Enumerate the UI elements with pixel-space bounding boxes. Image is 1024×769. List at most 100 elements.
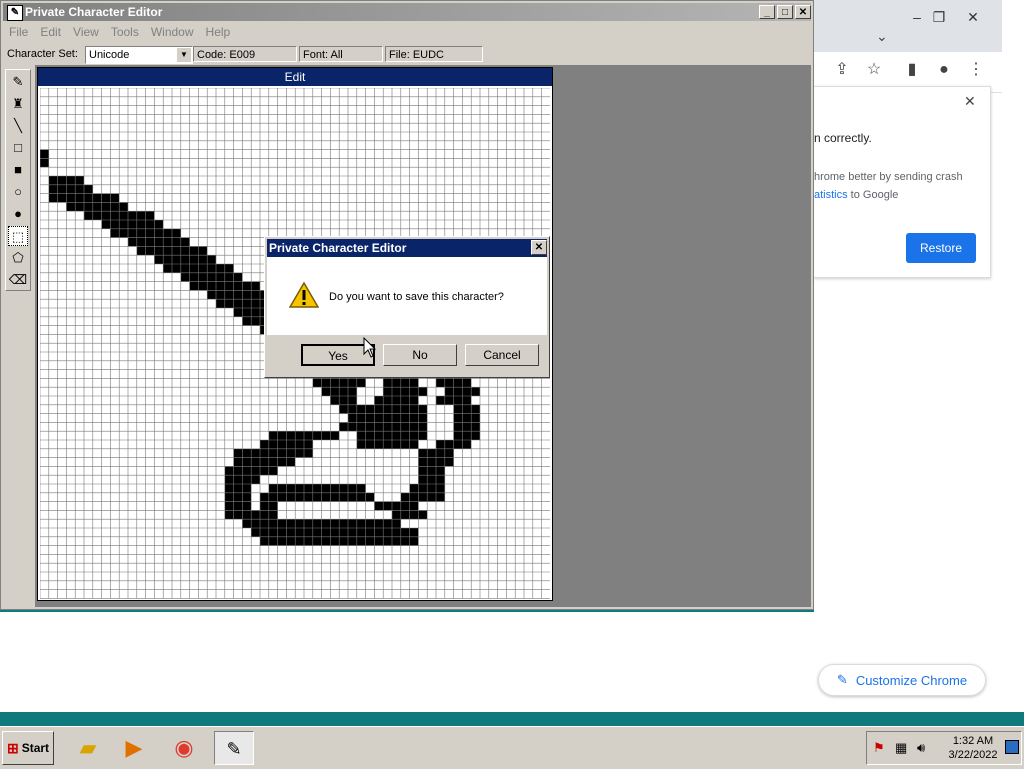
private-character-editor-taskbar-icon[interactable]: ✎ <box>214 731 254 765</box>
glyph-pixel[interactable] <box>321 484 331 493</box>
glyph-pixel[interactable] <box>418 510 428 520</box>
glyph-pixel[interactable] <box>277 519 287 528</box>
glyph-pixel[interactable] <box>348 519 357 528</box>
glyph-pixel[interactable] <box>286 536 296 546</box>
bookmark-star-icon[interactable]: ☆ <box>862 58 886 82</box>
glyph-pixel[interactable] <box>110 220 120 229</box>
glyph-pixel[interactable] <box>295 536 304 546</box>
glyph-pixel[interactable] <box>374 422 384 432</box>
glyph-pixel[interactable] <box>400 378 410 388</box>
glyph-pixel[interactable] <box>409 396 419 405</box>
glyph-pixel[interactable] <box>92 193 102 203</box>
glyph-pixel[interactable] <box>260 448 269 458</box>
glyph-pixel[interactable] <box>48 184 58 194</box>
glyph-pixel[interactable] <box>189 246 199 256</box>
glyph-pixel[interactable] <box>462 413 472 423</box>
glyph-pixel[interactable] <box>163 255 172 264</box>
glyph-pixel[interactable] <box>66 193 76 203</box>
glyph-pixel[interactable] <box>436 457 445 467</box>
menu-window[interactable]: Window <box>145 23 200 43</box>
glyph-pixel[interactable] <box>312 536 322 546</box>
glyph-pixel[interactable] <box>392 501 401 511</box>
glyph-pixel[interactable] <box>268 466 278 476</box>
glyph-pixel[interactable] <box>356 528 366 537</box>
glyph-pixel[interactable] <box>304 519 313 528</box>
glyph-pixel[interactable] <box>251 290 260 300</box>
glyph-pixel[interactable] <box>224 484 234 493</box>
glyph-pixel[interactable] <box>304 431 313 440</box>
dropdown-arrow-icon[interactable]: ▼ <box>177 48 191 62</box>
glyph-pixel[interactable] <box>330 519 340 528</box>
file-explorer-icon[interactable]: ▰ <box>68 731 108 765</box>
glyph-pixel[interactable] <box>268 501 278 511</box>
glyph-pixel[interactable] <box>277 536 287 546</box>
glyph-pixel[interactable] <box>242 492 252 502</box>
glyph-pixel[interactable] <box>365 519 375 528</box>
glyph-pixel[interactable] <box>136 237 146 247</box>
hollow-ellipse-tool-icon[interactable]: ○ <box>8 182 28 202</box>
glyph-pixel[interactable] <box>330 387 340 396</box>
glyph-pixel[interactable] <box>339 492 348 502</box>
statistics-link[interactable]: atistics <box>814 189 848 201</box>
glyph-pixel[interactable] <box>383 536 392 546</box>
glyph-pixel[interactable] <box>260 528 269 537</box>
glyph-pixel[interactable] <box>180 237 190 247</box>
close-panel-icon[interactable]: ✕ <box>964 93 976 110</box>
glyph-pixel[interactable] <box>163 228 172 238</box>
glyph-pixel[interactable] <box>453 404 463 414</box>
glyph-pixel[interactable] <box>242 290 252 300</box>
glyph-pixel[interactable] <box>409 510 419 520</box>
glyph-pixel[interactable] <box>392 422 401 432</box>
glyph-pixel[interactable] <box>330 492 340 502</box>
glyph-pixel[interactable] <box>365 440 375 449</box>
glyph-pixel[interactable] <box>427 475 436 484</box>
glyph-pixel[interactable] <box>339 536 348 546</box>
glyph-pixel[interactable] <box>216 264 225 273</box>
glyph-pixel[interactable] <box>207 264 216 273</box>
glyph-pixel[interactable] <box>348 378 357 388</box>
glyph-pixel[interactable] <box>321 536 331 546</box>
glyph-pixel[interactable] <box>154 246 164 256</box>
glyph-pixel[interactable] <box>462 422 472 432</box>
glyph-pixel[interactable] <box>268 457 278 467</box>
glyph-pixel[interactable] <box>383 396 392 405</box>
network-icon[interactable]: ▦ <box>895 740 907 756</box>
glyph-pixel[interactable] <box>462 396 472 405</box>
glyph-pixel[interactable] <box>84 193 93 203</box>
glyph-pixel[interactable] <box>304 448 313 458</box>
start-button[interactable]: ⊞ Start <box>2 731 54 765</box>
glyph-pixel[interactable] <box>75 202 84 212</box>
glyph-pixel[interactable] <box>268 492 278 502</box>
glyph-pixel[interactable] <box>119 220 128 229</box>
glyph-pixel[interactable] <box>453 422 463 432</box>
glyph-pixel[interactable] <box>392 431 401 440</box>
glyph-pixel[interactable] <box>462 440 472 449</box>
glyph-pixel[interactable] <box>101 211 111 220</box>
glyph-pixel[interactable] <box>207 255 216 264</box>
glyph-pixel[interactable] <box>128 211 137 220</box>
glyph-pixel[interactable] <box>198 255 208 264</box>
glyph-pixel[interactable] <box>436 448 445 458</box>
glyph-pixel[interactable] <box>348 396 357 405</box>
glyph-pixel[interactable] <box>392 396 401 405</box>
glyph-pixel[interactable] <box>242 448 252 458</box>
glyph-pixel[interactable] <box>348 413 357 423</box>
glyph-pixel[interactable] <box>400 422 410 432</box>
glyph-pixel[interactable] <box>436 396 445 405</box>
glyph-pixel[interactable] <box>444 440 454 449</box>
glyph-pixel[interactable] <box>400 536 410 546</box>
glyph-pixel[interactable] <box>48 193 58 203</box>
glyph-pixel[interactable] <box>224 272 234 282</box>
glyph-pixel[interactable] <box>66 184 76 194</box>
glyph-pixel[interactable] <box>383 440 392 449</box>
glyph-pixel[interactable] <box>101 220 111 229</box>
freeform-selection-tool-icon[interactable]: ⬠ <box>8 248 28 268</box>
glyph-pixel[interactable] <box>312 528 322 537</box>
glyph-pixel[interactable] <box>427 466 436 476</box>
glyph-pixel[interactable] <box>400 404 410 414</box>
glyph-pixel[interactable] <box>295 484 304 493</box>
glyph-pixel[interactable] <box>400 510 410 520</box>
glyph-pixel[interactable] <box>233 475 243 484</box>
glyph-pixel[interactable] <box>374 440 384 449</box>
glyph-pixel[interactable] <box>312 378 322 388</box>
